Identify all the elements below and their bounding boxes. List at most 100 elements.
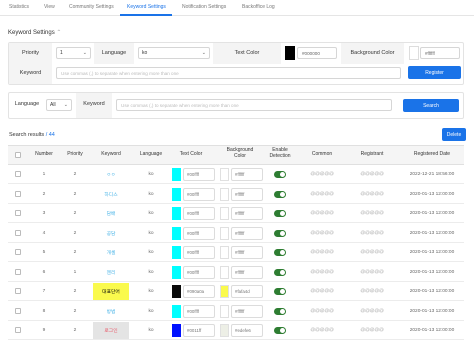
row-text-color-input[interactable]: #00ffff xyxy=(183,187,215,201)
priority-select[interactable]: 1 ⌄ xyxy=(56,47,91,59)
row-bg-color-input[interactable]: #ffffff xyxy=(231,187,263,201)
bg-color-input[interactable]: #ffffff xyxy=(420,47,460,59)
row-bg-color-input[interactable]: #ffffff xyxy=(231,207,263,220)
row-text-color-input[interactable]: #00ffff xyxy=(183,168,215,181)
row-enable-detection-toggle[interactable] xyxy=(274,210,286,217)
row-text-color-swatch[interactable] xyxy=(172,265,181,279)
collapse-icon[interactable]: ⌃ xyxy=(56,30,61,36)
search-keyword-input[interactable]: Use commas (,) to separate when entering… xyxy=(116,99,392,111)
table-row[interactable]: 9 2 로그인 ko #0011ff #edefe6 @@@@@ @@@@@ 2020-01-1… xyxy=(8,321,464,340)
row-enable-detection-toggle[interactable] xyxy=(274,249,286,256)
row-checkbox[interactable] xyxy=(15,268,21,275)
row-bg-color-swatch[interactable] xyxy=(220,168,229,181)
row-enable-detection-toggle[interactable] xyxy=(274,307,286,315)
table-row[interactable]: 3 2 담배 ko #00ffff #ffffff @@@@@ @@@@@ 2020-01-13… xyxy=(8,204,464,223)
search-button[interactable]: Search xyxy=(403,99,459,112)
row-bg-color-input[interactable]: #fafa4d xyxy=(231,285,263,298)
row-bg-color-input[interactable]: #ffffff xyxy=(231,226,263,240)
bg-color-swatch[interactable] xyxy=(409,46,419,60)
tab-keyword-settings[interactable]: Keyword Settings xyxy=(127,4,166,10)
row-checkbox[interactable] xyxy=(15,229,21,236)
text-color-label: Text Color xyxy=(234,50,260,56)
row-language: ko xyxy=(148,289,154,294)
row-bg-color-swatch[interactable] xyxy=(220,187,229,201)
row-text-color-input[interactable]: #00ffff xyxy=(183,265,215,279)
row-checkbox[interactable] xyxy=(15,288,21,294)
row-keyword[interactable]: 하디스 xyxy=(93,185,129,204)
row-keyword[interactable]: 방법 xyxy=(93,302,129,321)
row-bg-color-input[interactable]: #edefe6 xyxy=(231,324,263,337)
table-row[interactable]: 5 2 개셀 ko #00ffff #ffffff @@@@@ @@@@@ 2020-01-13… xyxy=(8,243,464,262)
row-text-color-input[interactable]: #0011ff xyxy=(183,324,215,337)
row-bg-color-swatch[interactable] xyxy=(220,285,229,298)
row-keyword[interactable]: 젠리 xyxy=(93,263,129,282)
row-bg-color-input[interactable]: #ffffff xyxy=(231,168,263,181)
tab-statistics[interactable]: Statistics xyxy=(9,4,29,10)
row-bg-color-input[interactable]: #ffffff xyxy=(231,265,263,279)
row-text-color-swatch[interactable] xyxy=(172,246,181,259)
row-checkbox[interactable] xyxy=(15,327,21,333)
register-button[interactable]: Register xyxy=(408,66,461,79)
tab-view[interactable]: View xyxy=(44,4,55,10)
row-keyword[interactable]: 로그인 xyxy=(93,322,129,339)
row-enable-detection-toggle[interactable] xyxy=(274,327,286,334)
row-checkbox[interactable] xyxy=(15,171,21,177)
row-keyword[interactable]: 정보 xyxy=(93,341,129,344)
table-row[interactable]: 4 2 공담 ko #00ffff #ffffff @@@@@ @@@@@ 2020-01-13… xyxy=(8,224,464,243)
table-row[interactable]: 6 1 젠리 ko #00ffff #ffffff @@@@@ @@@@@ 2020-01-13… xyxy=(8,263,464,282)
row-text-color-input[interactable]: #00ffff xyxy=(183,207,215,220)
row-registered-date: 2020-01-13 12:00:00 xyxy=(403,341,461,344)
row-checkbox[interactable] xyxy=(15,190,21,197)
row-bg-color-swatch[interactable] xyxy=(220,226,229,240)
text-color-swatch[interactable] xyxy=(285,46,295,60)
keyword-input[interactable]: Use commas (,) to separate when entering… xyxy=(56,67,401,79)
row-text-color-swatch[interactable] xyxy=(172,226,181,240)
row-text-color-input[interactable]: #090a0a xyxy=(183,285,215,298)
row-checkbox[interactable] xyxy=(15,249,21,255)
table-row[interactable]: 2 2 하디스 ko #00ffff #ffffff @@@@@ @@@@@ 2020-01-1… xyxy=(8,185,464,204)
row-keyword[interactable]: 공담 xyxy=(93,224,129,243)
row-text-color-swatch[interactable] xyxy=(172,285,181,298)
tab-backoffice-log[interactable]: Backoffice Log xyxy=(242,4,275,10)
row-enable-detection-toggle[interactable] xyxy=(274,288,286,295)
row-text-color-swatch[interactable] xyxy=(172,168,181,181)
table-row[interactable]: 7 2 대표단어 ko #090a0a #fafa4d @@@@@ @@@@@ 2020-01-… xyxy=(8,282,464,301)
row-checkbox[interactable] xyxy=(15,307,21,314)
row-text-color-input[interactable]: #00ffff xyxy=(183,226,215,240)
row-language: ko xyxy=(148,308,154,314)
language-select[interactable]: ko ⌄ xyxy=(138,47,210,59)
row-bg-color-swatch[interactable] xyxy=(220,207,229,220)
row-text-color-input[interactable]: #00ffff xyxy=(183,304,215,318)
text-color-input[interactable]: #000000 xyxy=(297,47,337,59)
row-keyword[interactable]: 담배 xyxy=(93,204,129,223)
row-text-color-swatch[interactable] xyxy=(172,207,181,220)
row-bg-color-swatch[interactable] xyxy=(220,246,229,259)
table-row[interactable]: 1 2 ㅇㅇ ko #00ffff #ffffff @@@@@ @@@@@ 2022-12-21… xyxy=(8,165,464,184)
row-bg-color-input[interactable]: #ffffff xyxy=(231,246,263,259)
row-enable-detection-toggle[interactable] xyxy=(274,190,286,198)
row-keyword[interactable]: 대표단어 xyxy=(93,283,129,300)
chevron-down-icon: ⌄ xyxy=(82,50,87,56)
row-text-color-swatch[interactable] xyxy=(172,187,181,201)
row-bg-color-swatch[interactable] xyxy=(220,265,229,279)
tab-community-settings[interactable]: Community Settings xyxy=(69,4,114,10)
row-enable-detection-toggle[interactable] xyxy=(274,171,286,178)
tab-notification-settings[interactable]: Notification Settings xyxy=(182,4,226,10)
row-text-color-swatch[interactable] xyxy=(172,304,181,318)
delete-button[interactable]: Delete xyxy=(442,128,466,141)
row-checkbox[interactable] xyxy=(15,210,21,216)
row-text-color-input[interactable]: #00ffff xyxy=(183,246,215,259)
row-text-color-swatch[interactable] xyxy=(172,324,181,337)
row-keyword[interactable]: 개셀 xyxy=(93,243,129,262)
row-enable-detection-toggle[interactable] xyxy=(274,268,286,276)
table-row[interactable]: 8 2 방법 ko #00ffff #ffffff @@@@@ @@@@@ 2020-01-13… xyxy=(8,302,464,321)
table-row[interactable]: 102정보ko#00ffff#ffffff@@@@@@@@@@2020-01-1… xyxy=(8,341,464,344)
row-enable-detection-toggle[interactable] xyxy=(274,229,286,237)
row-priority: 2 xyxy=(73,250,77,255)
row-bg-color-swatch[interactable] xyxy=(220,324,229,337)
search-language-select[interactable]: All ⌄ xyxy=(46,99,72,111)
row-bg-color-input[interactable]: #ffffff xyxy=(231,304,263,318)
select-all-checkbox[interactable] xyxy=(15,152,21,158)
row-keyword[interactable]: ㅇㅇ xyxy=(93,165,129,184)
row-bg-color-swatch[interactable] xyxy=(220,304,229,318)
